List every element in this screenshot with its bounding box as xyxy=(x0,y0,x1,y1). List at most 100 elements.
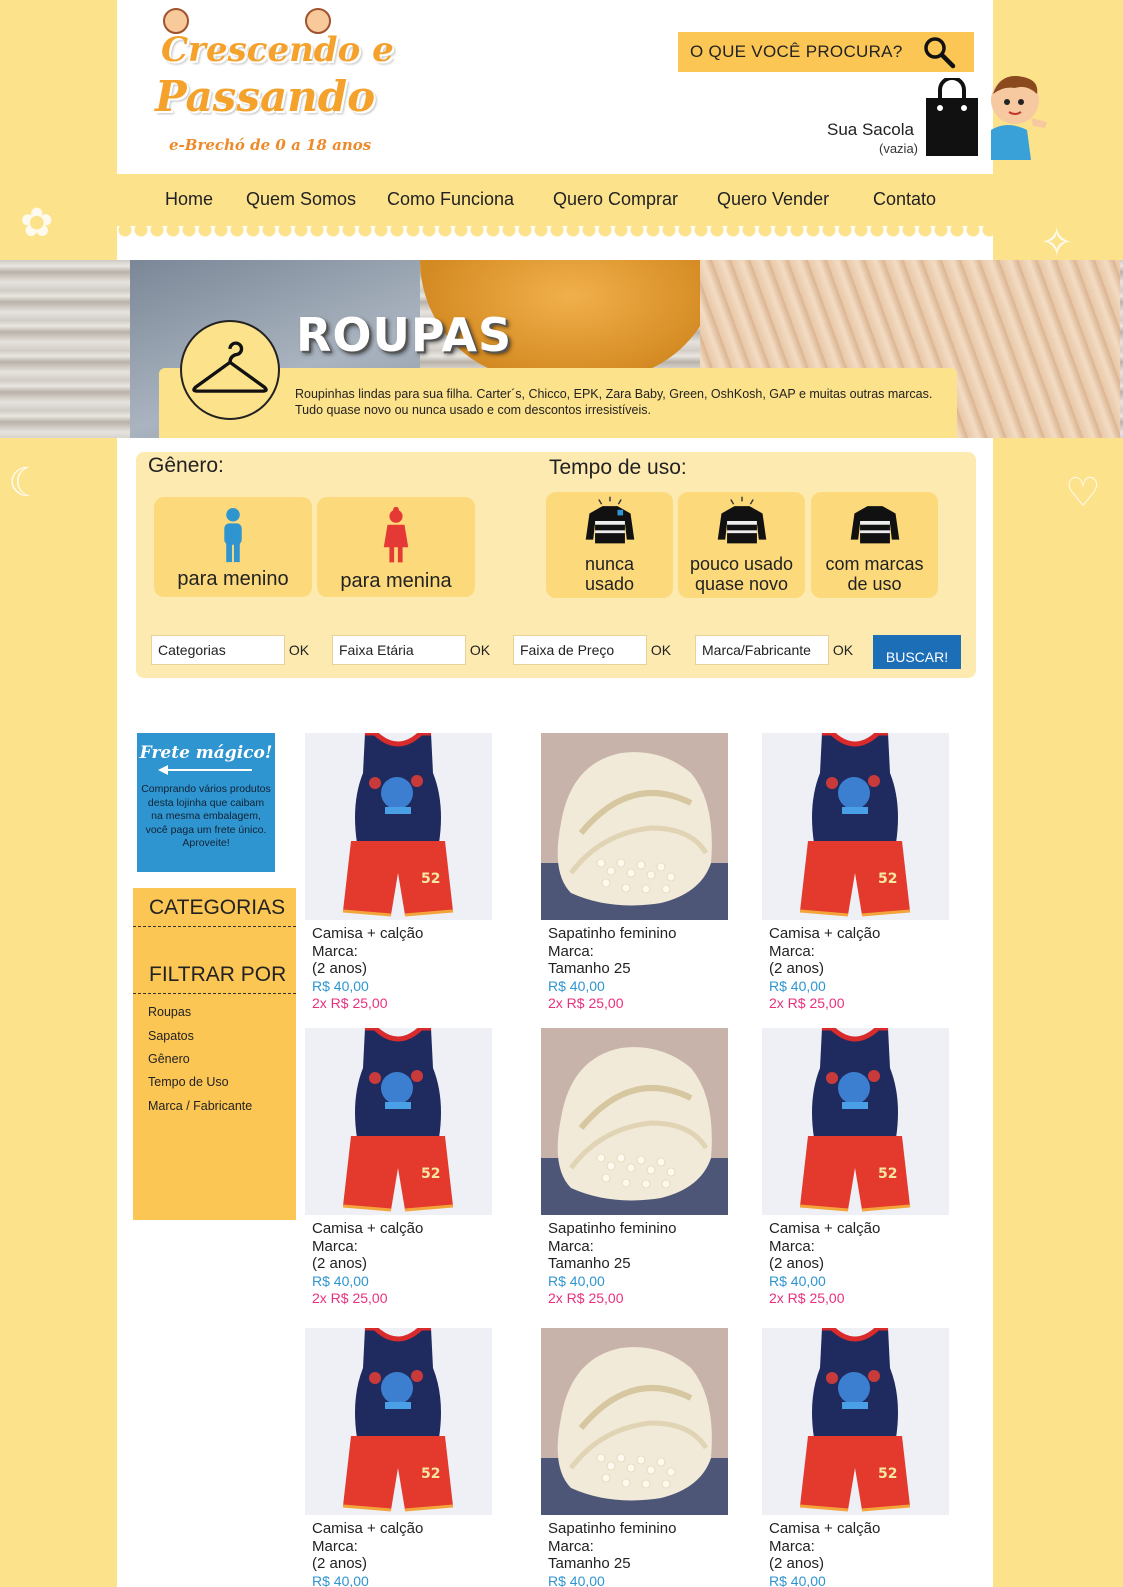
nav-contato[interactable]: Contato xyxy=(873,189,936,210)
product-info: Camisa + calçãoMarca:(2 anos)R$ 40,002x … xyxy=(762,920,952,1013)
product-card[interactable]: Sapatinho feminino Marca: Tamanho 25 R$ 40,… xyxy=(541,1028,731,1308)
select-marca-ok[interactable]: OK xyxy=(829,635,857,665)
filter-girl-card[interactable]: para menina xyxy=(317,497,475,597)
product-image[interactable]: 52 xyxy=(762,1328,949,1515)
select-categorias-value[interactable]: Categorias xyxy=(151,635,285,665)
product-image[interactable]: 52 xyxy=(762,1028,949,1215)
nav-quero-comprar[interactable]: Quero Comprar xyxy=(553,189,678,210)
filter-used-card[interactable]: com marcas de uso xyxy=(811,492,938,598)
select-faixa-preco-value[interactable]: Faixa de Preço xyxy=(513,635,647,665)
sidebar-link-genero[interactable]: Gênero xyxy=(148,1052,190,1066)
product-card[interactable]: Sapatinho feminino Marca: Tamanho 25 R$ 40,… xyxy=(541,733,731,1013)
filter-boy-card[interactable]: para menino xyxy=(154,497,312,597)
search-button[interactable]: BUSCAR! xyxy=(873,635,961,669)
filter-never-used-label: nunca usado xyxy=(584,554,635,594)
product-detail: (2 anos) xyxy=(769,1555,825,1572)
select-faixa-etaria-ok[interactable]: OK xyxy=(466,635,494,665)
product-card[interactable]: Sapatinho feminino Marca: Tamanho 25 R$ 40,… xyxy=(541,1328,731,1587)
frete-magico-banner[interactable]: Frete mágico! Comprando vários produtos … xyxy=(137,733,275,872)
product-installment: 2x R$ 25,00 xyxy=(548,995,624,1011)
search-icon[interactable] xyxy=(922,35,956,69)
product-name[interactable]: Camisa + calção xyxy=(769,925,952,943)
product-name[interactable]: Sapatinho feminino xyxy=(548,925,731,943)
svg-text:52: 52 xyxy=(878,1466,897,1482)
product-image[interactable] xyxy=(541,733,728,920)
product-image[interactable] xyxy=(541,1028,728,1215)
nav-quem-somos[interactable]: Quem Somos xyxy=(246,189,356,210)
product-info: Sapatinho feminino Marca: Tamanho 25 R$ 40,… xyxy=(541,1215,731,1308)
sidebar-link-sapatos[interactable]: Sapatos xyxy=(148,1029,194,1043)
cart-status: (vazia) xyxy=(879,141,919,156)
select-marca[interactable]: Marca/Fabricante OK xyxy=(695,635,857,665)
select-faixa-preco[interactable]: Faixa de Preço OK xyxy=(513,635,675,665)
product-card[interactable]: 52 Camisa + calção Marca: (2 anos) R$ 40,00… xyxy=(305,733,495,1013)
shopping-bag-icon[interactable] xyxy=(924,78,980,158)
select-faixa-preco-ok[interactable]: OK xyxy=(647,635,675,665)
filter-used-label: com marcas de uso xyxy=(825,554,924,594)
filter-little-used-card[interactable]: pouco usado quase novo xyxy=(678,492,805,598)
header: Crescendo e Passando e-Brechó de 0 a 18 … xyxy=(117,0,993,174)
product-name[interactable]: Camisa + calção xyxy=(769,1520,952,1538)
cart-label[interactable]: Sua Sacola xyxy=(827,120,914,140)
product-info: Camisa + calçãoMarca:(2 anos)R$ 40,002x … xyxy=(762,1515,952,1587)
brand-line2: Passando xyxy=(155,72,376,121)
product-name[interactable]: Sapatinho feminino xyxy=(548,1220,731,1238)
product-card[interactable]: 52 Camisa + calção Marca: (2 anos) R$ 40,00… xyxy=(305,1028,495,1308)
product-image[interactable]: 52 xyxy=(762,733,949,920)
product-name[interactable]: Camisa + calção xyxy=(312,1520,495,1538)
svg-text:52: 52 xyxy=(421,871,440,887)
nav-como-funciona[interactable]: Como Funciona xyxy=(387,189,514,210)
girl-icon xyxy=(383,507,409,563)
select-marca-value[interactable]: Marca/Fabricante xyxy=(695,635,829,665)
product-price: R$ 40,00 xyxy=(769,1272,826,1289)
product-card[interactable]: 52 Camisa + calção Marca: (2 anos) R$ 40,00… xyxy=(305,1328,495,1587)
product-price: R$ 40,00 xyxy=(312,1572,369,1587)
product-brand: Marca: xyxy=(548,1537,594,1555)
nav-quero-vender[interactable]: Quero Vender xyxy=(717,189,829,210)
select-categorias[interactable]: Categorias OK xyxy=(151,635,313,665)
nav-home[interactable]: Home xyxy=(165,189,213,210)
product-detail: Tamanho 25 xyxy=(548,1255,631,1272)
product-name[interactable]: Camisa + calção xyxy=(312,1220,495,1238)
product-detail: (2 anos) xyxy=(312,1255,368,1272)
gender-label: Gênero: xyxy=(148,454,224,477)
product-detail: (2 anos) xyxy=(312,1555,368,1572)
product-detail: Tamanho 25 xyxy=(548,960,631,977)
product-info: Camisa + calçãoMarca:(2 anos)R$ 40,002x … xyxy=(305,1215,495,1308)
product-image[interactable]: 52 xyxy=(305,1328,492,1515)
product-image[interactable] xyxy=(541,1328,728,1515)
usage-label: Tempo de uso: xyxy=(549,456,687,479)
product-name[interactable]: Camisa + calção xyxy=(769,1220,952,1238)
product-image[interactable]: 52 xyxy=(305,1028,492,1215)
product-detail: Tamanho 25 xyxy=(548,1555,631,1572)
product-image[interactable]: 52 xyxy=(305,733,492,920)
product-price: R$ 40,00 xyxy=(548,1272,605,1289)
sidebar: CATEGORIAS FILTRAR POR Roupas Sapatos Gê… xyxy=(133,888,296,1220)
sidebar-link-tempo-de-uso[interactable]: Tempo de Uso xyxy=(148,1075,229,1089)
select-faixa-etaria[interactable]: Faixa Etária OK xyxy=(332,635,494,665)
brand-logo[interactable]: Crescendo e Passando e-Brechó de 0 a 18 … xyxy=(155,8,395,158)
filter-little-used-label: pouco usado quase novo xyxy=(689,554,794,594)
brand-line1: Crescendo e xyxy=(161,30,394,70)
sweater-icon xyxy=(585,496,634,544)
product-card[interactable]: 52 Camisa + calção Marca: (2 anos) R$ 40,00… xyxy=(762,733,952,1013)
product-card[interactable]: 52 Camisa + calção Marca: (2 anos) R$ 40,00… xyxy=(762,1028,952,1308)
product-card[interactable]: 52 Camisa + calção Marca: (2 anos) R$ 40,00… xyxy=(762,1328,952,1587)
search-bar[interactable]: O QUE VOCÊ PROCURA? xyxy=(678,32,974,72)
product-brand: Marca: xyxy=(312,1237,358,1255)
select-categorias-ok[interactable]: OK xyxy=(285,635,313,665)
product-name[interactable]: Camisa + calção xyxy=(312,925,495,943)
product-info: Camisa + calçãoMarca:(2 anos)R$ 40,002x … xyxy=(305,1515,495,1587)
boy-icon xyxy=(224,507,242,563)
product-installment: 2x R$ 25,00 xyxy=(769,995,845,1011)
page-title: ROUPAS xyxy=(296,308,513,362)
product-brand: Marca: xyxy=(769,942,815,960)
select-faixa-etaria-value[interactable]: Faixa Etária xyxy=(332,635,466,665)
hanger-icon xyxy=(180,320,280,420)
sidebar-link-marca[interactable]: Marca / Fabricante xyxy=(148,1099,252,1113)
filter-never-used-card[interactable]: nunca usado xyxy=(546,492,673,598)
product-info: Sapatinho feminino Marca: Tamanho 25 R$ 40,… xyxy=(541,920,731,1013)
product-name[interactable]: Sapatinho feminino xyxy=(548,1520,731,1538)
sidebar-link-roupas[interactable]: Roupas xyxy=(148,1005,191,1019)
scallop-divider xyxy=(117,226,993,260)
